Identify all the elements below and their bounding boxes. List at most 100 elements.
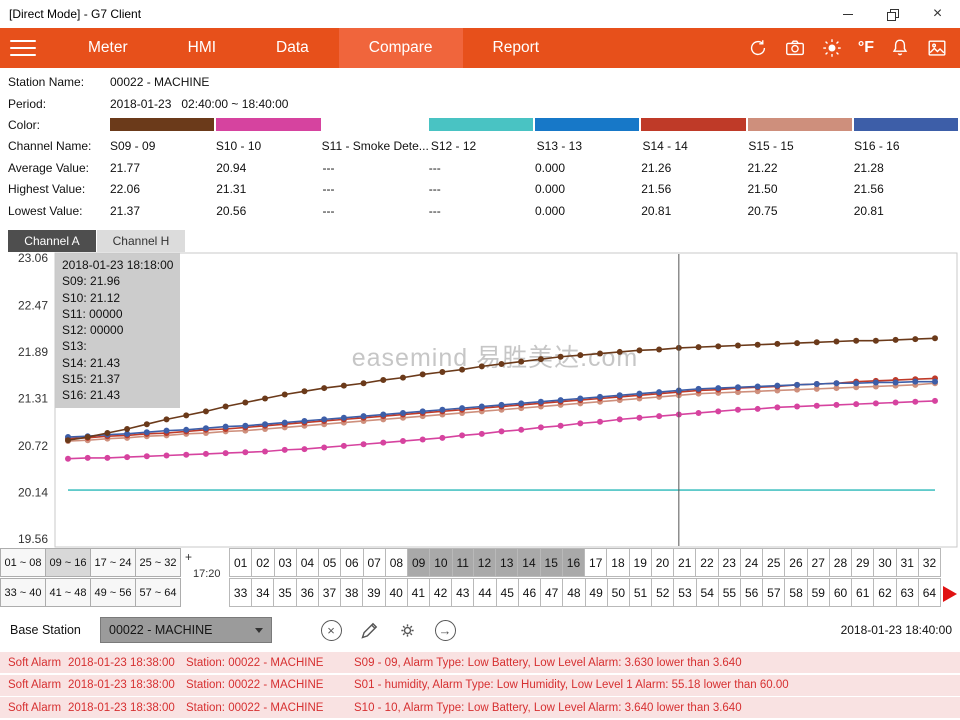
close-button[interactable]: × (915, 0, 960, 28)
channel-button-16[interactable]: 16 (562, 548, 585, 577)
channel-button-38[interactable]: 38 (340, 578, 363, 607)
channel-button-51[interactable]: 51 (629, 578, 652, 607)
channel-button-62[interactable]: 62 (873, 578, 896, 607)
channel-button-22[interactable]: 22 (695, 548, 718, 577)
nav-item-report[interactable]: Report (463, 28, 570, 68)
channel-button-43[interactable]: 43 (451, 578, 474, 607)
channel-button-39[interactable]: 39 (362, 578, 385, 607)
channel-button-53[interactable]: 53 (673, 578, 696, 607)
channel-button-59[interactable]: 59 (807, 578, 830, 607)
channel-group-41~48[interactable]: 41 ~ 48 (45, 578, 91, 607)
channel-button-02[interactable]: 02 (251, 548, 274, 577)
channel-button-21[interactable]: 21 (673, 548, 696, 577)
alarm-message: S10 - 10, Alarm Type: Low Battery, Low L… (354, 702, 960, 714)
channel-group-17~24[interactable]: 17 ~ 24 (90, 548, 136, 577)
fahrenheit-toggle[interactable]: °F (858, 39, 874, 57)
go-button[interactable]: → (432, 617, 458, 643)
channel-button-01[interactable]: 01 (229, 548, 252, 577)
alarm-bell-icon[interactable] (889, 37, 911, 59)
channel-button-44[interactable]: 44 (473, 578, 496, 607)
tab-channel-h[interactable]: Channel H (97, 230, 185, 252)
channel-group-25~32[interactable]: 25 ~ 32 (135, 548, 181, 577)
channel-button-57[interactable]: 57 (762, 578, 785, 607)
nav-item-hmi[interactable]: HMI (158, 28, 246, 68)
channel-button-58[interactable]: 58 (784, 578, 807, 607)
channel-button-15[interactable]: 15 (540, 548, 563, 577)
channel-group-09~16[interactable]: 09 ~ 16 (45, 548, 91, 577)
channel-button-10[interactable]: 10 (429, 548, 452, 577)
channel-button-56[interactable]: 56 (740, 578, 763, 607)
channel-group-57~64[interactable]: 57 ~ 64 (135, 578, 181, 607)
channel-button-24[interactable]: 24 (740, 548, 763, 577)
alarm-row[interactable]: Soft Alarm2018-01-23 18:38:00Station: 00… (0, 652, 960, 673)
channel-button-23[interactable]: 23 (718, 548, 741, 577)
channel-button-09[interactable]: 09 (407, 548, 430, 577)
settings-button[interactable] (394, 617, 420, 643)
channel-button-18[interactable]: 18 (606, 548, 629, 577)
channel-group-33~40[interactable]: 33 ~ 40 (0, 578, 46, 607)
channel-button-05[interactable]: 05 (318, 548, 341, 577)
channel-button-30[interactable]: 30 (873, 548, 896, 577)
alarm-row[interactable]: Soft Alarm2018-01-23 18:38:00Station: 00… (0, 675, 960, 696)
channel-button-42[interactable]: 42 (429, 578, 452, 607)
nav-item-data[interactable]: Data (246, 28, 339, 68)
channel-button-41[interactable]: 41 (407, 578, 430, 607)
channel-button-45[interactable]: 45 (496, 578, 519, 607)
channel-button-63[interactable]: 63 (896, 578, 919, 607)
channel-button-35[interactable]: 35 (273, 578, 296, 607)
channel-button-04[interactable]: 04 (296, 548, 319, 577)
channel-button-55[interactable]: 55 (718, 578, 741, 607)
channel-button-31[interactable]: 31 (896, 548, 919, 577)
channel-button-34[interactable]: 34 (251, 578, 274, 607)
channel-button-06[interactable]: 06 (340, 548, 363, 577)
channel-button-14[interactable]: 14 (517, 548, 540, 577)
channel-button-12[interactable]: 12 (473, 548, 496, 577)
channel-button-32[interactable]: 32 (918, 548, 941, 577)
channel-button-50[interactable]: 50 (607, 578, 630, 607)
channel-button-61[interactable]: 61 (851, 578, 874, 607)
channel-button-25[interactable]: 25 (762, 548, 785, 577)
alarm-row[interactable]: Soft Alarm2018-01-23 18:38:00Station: 00… (0, 697, 960, 718)
channel-button-37[interactable]: 37 (318, 578, 341, 607)
trend-chart[interactable]: 23.0622.4721.8921.3120.7220.1419.56easem… (0, 252, 960, 548)
channel-button-47[interactable]: 47 (540, 578, 563, 607)
nav-item-compare[interactable]: Compare (339, 28, 463, 68)
channel-button-03[interactable]: 03 (274, 548, 297, 577)
channel-button-60[interactable]: 60 (829, 578, 852, 607)
channel-button-52[interactable]: 52 (651, 578, 674, 607)
hamburger-menu-icon[interactable] (10, 40, 36, 57)
base-station-select[interactable]: 00022 - MACHINE (100, 617, 272, 643)
restore-button[interactable] (870, 0, 915, 28)
channel-button-28[interactable]: 28 (829, 548, 852, 577)
channel-button-13[interactable]: 13 (495, 548, 518, 577)
clear-button[interactable]: × (318, 617, 344, 643)
channel-button-08[interactable]: 08 (385, 548, 408, 577)
channel-button-54[interactable]: 54 (696, 578, 719, 607)
camera-icon[interactable] (784, 37, 806, 59)
channel-button-64[interactable]: 64 (918, 578, 941, 607)
tab-channel-a[interactable]: Channel A (8, 230, 96, 252)
channel-group-01~08[interactable]: 01 ~ 08 (0, 548, 46, 577)
channel-button-36[interactable]: 36 (296, 578, 319, 607)
channel-button-33[interactable]: 33 (229, 578, 252, 607)
brightness-icon[interactable] (821, 37, 843, 59)
channel-button-11[interactable]: 11 (452, 548, 474, 577)
channel-button-07[interactable]: 07 (363, 548, 386, 577)
channel-button-46[interactable]: 46 (518, 578, 541, 607)
channel-button-40[interactable]: 40 (385, 578, 408, 607)
channel-button-20[interactable]: 20 (651, 548, 674, 577)
channel-button-19[interactable]: 19 (629, 548, 652, 577)
channel-button-48[interactable]: 48 (562, 578, 585, 607)
next-page-arrow[interactable] (943, 586, 957, 602)
edit-button[interactable] (356, 617, 382, 643)
channel-button-27[interactable]: 27 (807, 548, 830, 577)
channel-button-29[interactable]: 29 (851, 548, 874, 577)
channel-button-49[interactable]: 49 (585, 578, 608, 607)
nav-item-meter[interactable]: Meter (58, 28, 158, 68)
image-export-icon[interactable] (926, 37, 948, 59)
channel-group-49~56[interactable]: 49 ~ 56 (90, 578, 136, 607)
minimize-button[interactable] (825, 0, 870, 28)
channel-button-26[interactable]: 26 (784, 548, 807, 577)
channel-button-17[interactable]: 17 (584, 548, 607, 577)
sync-icon[interactable] (747, 37, 769, 59)
